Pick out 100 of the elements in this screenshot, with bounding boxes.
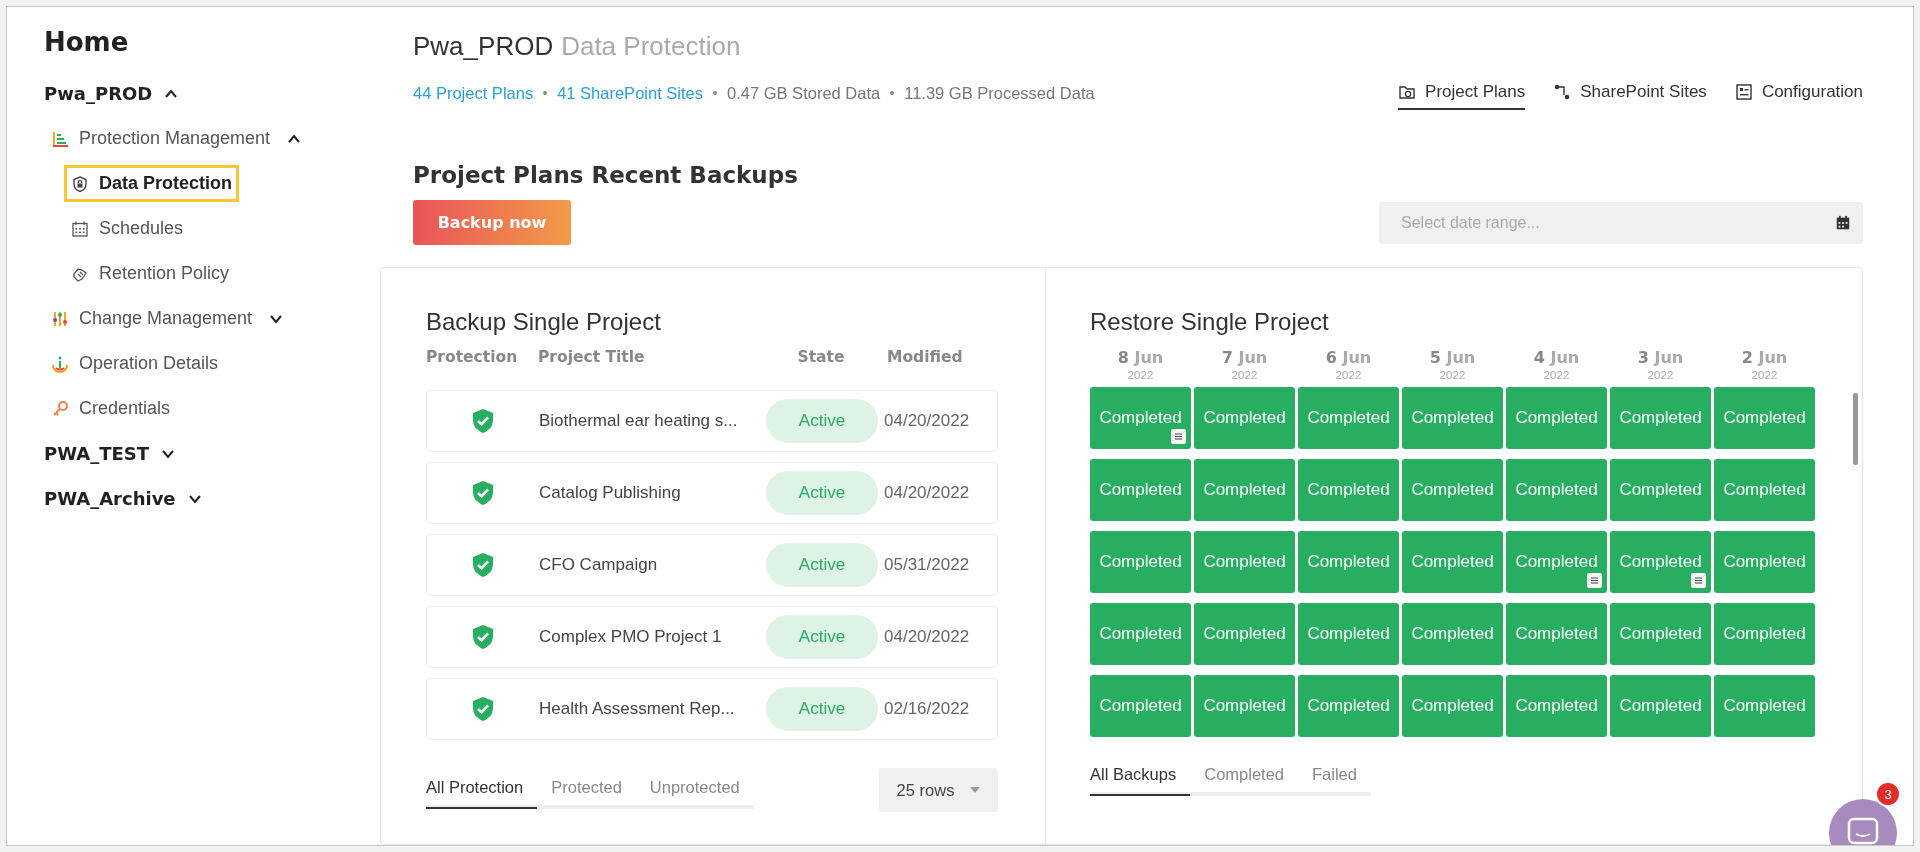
backup-status-cell[interactable]: Completed: [1298, 387, 1399, 449]
sidebar-item[interactable]: Retention Policy: [64, 255, 237, 292]
caret-icon: [970, 787, 981, 793]
project-title: CFO Campaign: [539, 555, 659, 575]
backup-status-cell[interactable]: Completed: [1090, 675, 1191, 737]
stat-link[interactable]: 44 Project Plans: [413, 83, 534, 103]
view-tab[interactable]: Project Plans: [1398, 76, 1526, 110]
modified-date: 04/20/2022: [883, 411, 971, 431]
note-icon[interactable]: [1691, 573, 1706, 588]
day-header: 2 Jun: [1740, 348, 1789, 367]
view-tab[interactable]: Configuration: [1734, 76, 1863, 110]
day-header: 5 Jun: [1428, 348, 1477, 367]
project-row[interactable]: Catalog Publishing Active 04/20/2022: [426, 462, 998, 524]
stat-text: 11.39 GB Processed Data: [904, 83, 1095, 103]
backup-status-cell[interactable]: Completed: [1194, 603, 1295, 665]
backup-status-cell[interactable]: Completed: [1402, 387, 1503, 449]
note-icon[interactable]: [1171, 429, 1186, 444]
modified-date: 04/20/2022: [883, 483, 971, 503]
modified-date: 02/16/2022: [883, 699, 971, 719]
note-icon[interactable]: [1587, 573, 1602, 588]
backup-status-cell[interactable]: Completed: [1610, 603, 1711, 665]
backup-status-cell[interactable]: Completed: [1402, 459, 1503, 521]
backup-status-cell[interactable]: Completed: [1298, 531, 1399, 593]
modified-date: 05/31/2022: [883, 555, 971, 575]
panel-title: Backup Single Project: [426, 308, 661, 336]
backup-status-cell[interactable]: Completed: [1610, 675, 1711, 737]
sidebar-item[interactable]: Change Management: [44, 300, 260, 337]
sidebar-item[interactable]: Credentials: [44, 390, 178, 427]
project-label[interactable]: PWA_Archive: [44, 488, 176, 509]
connected-nodes-icon: [1553, 83, 1572, 101]
state-badge: Active: [766, 615, 878, 659]
backup-status-cell[interactable]: Completed: [1402, 603, 1503, 665]
project-row[interactable]: Complex PMO Project 1 Active 04/20/2022: [426, 606, 998, 668]
sidebar-item[interactable]: Operation Details: [44, 345, 226, 382]
project-label[interactable]: PWA_TEST: [44, 443, 149, 464]
stat-link[interactable]: 41 SharePoint Sites: [557, 83, 703, 103]
backup-status-cell[interactable]: Completed: [1506, 387, 1607, 449]
project-label[interactable]: Pwa_PROD: [44, 83, 153, 104]
backup-status-cell[interactable]: Completed: [1194, 387, 1295, 449]
backup-status-cell[interactable]: Completed: [1506, 603, 1607, 665]
project-title: Health Assessment Rep...: [539, 699, 736, 719]
backup-status-cell[interactable]: Completed: [1090, 603, 1191, 665]
sidebar-item[interactable]: Schedules: [64, 210, 191, 247]
backup-status-cell[interactable]: Completed: [1610, 459, 1711, 521]
year-label: 2022: [1334, 369, 1363, 381]
backup-status-cell[interactable]: Completed: [1298, 603, 1399, 665]
filter-tab[interactable]: Protected: [537, 771, 636, 809]
backup-status-cell[interactable]: Completed: [1714, 387, 1815, 449]
backup-status-cell[interactable]: Completed: [1402, 531, 1503, 593]
column-header: Protection: [426, 348, 519, 368]
year-label: 2022: [1230, 369, 1259, 381]
backup-status-cell[interactable]: Completed: [1298, 459, 1399, 521]
backup-status-cell[interactable]: Completed: [1194, 531, 1295, 593]
date-range-field[interactable]: Select date range...: [1379, 201, 1863, 244]
project-title: Biothermal ear heating s...: [539, 411, 739, 431]
key-icon: [51, 399, 69, 418]
calendar-icon: [71, 219, 89, 238]
backup-status-cell[interactable]: Completed: [1090, 387, 1191, 449]
backup-status-cell[interactable]: Completed: [1714, 459, 1815, 521]
day-header: 4 Jun: [1532, 348, 1581, 367]
column-header: State: [796, 348, 846, 368]
backup-status-cell[interactable]: Completed: [1090, 531, 1191, 593]
backup-status-cell[interactable]: Completed: [1194, 459, 1295, 521]
year-label: 2022: [1646, 369, 1675, 381]
filter-tab[interactable]: All Backups: [1090, 759, 1191, 796]
section-title: Project Plans Recent Backups: [413, 162, 798, 188]
filter-tab[interactable]: Failed: [1298, 759, 1371, 796]
filter-tab[interactable]: Unprotected: [635, 771, 754, 809]
backup-status-cell[interactable]: Completed: [1506, 531, 1607, 593]
project-row[interactable]: Health Assessment Rep... Active 02/16/2022: [426, 678, 998, 740]
sidebar-item[interactable]: Data Protection: [64, 165, 240, 202]
backup-now-button[interactable]: Backup now: [413, 200, 571, 245]
backup-status-cell[interactable]: Completed: [1090, 459, 1191, 521]
view-tab[interactable]: SharePoint Sites: [1553, 76, 1707, 110]
backup-status-cell[interactable]: Completed: [1714, 531, 1815, 593]
sidebar-item[interactable]: Protection Management: [44, 120, 278, 157]
backup-status-cell[interactable]: Completed: [1402, 675, 1503, 737]
year-label: 2022: [1542, 369, 1571, 381]
rows-dropdown[interactable]: 25 rows: [879, 768, 998, 812]
backup-status-cell[interactable]: Completed: [1610, 387, 1711, 449]
project-title: Catalog Publishing: [539, 483, 682, 503]
filter-tab[interactable]: All Protection: [426, 771, 538, 809]
backup-status-cell[interactable]: Completed: [1194, 675, 1295, 737]
info-icon: [51, 354, 69, 373]
project-name: Pwa_PROD: [413, 31, 554, 62]
project-row[interactable]: CFO Campaign Active 05/31/2022: [426, 534, 998, 596]
backup-status-cell[interactable]: Completed: [1506, 675, 1607, 737]
bar-chart-icon: [51, 129, 69, 148]
day-header: 3 Jun: [1636, 348, 1685, 367]
backup-status-cell[interactable]: Completed: [1714, 675, 1815, 737]
project-row[interactable]: Biothermal ear heating s... Active 04/20/2022: [426, 390, 998, 452]
filter-tab[interactable]: Completed: [1190, 759, 1298, 796]
backup-status-cell[interactable]: Completed: [1610, 531, 1711, 593]
folder-icon: [1398, 83, 1417, 101]
backup-status-cell[interactable]: Completed: [1298, 675, 1399, 737]
day-header: 6 Jun: [1324, 348, 1373, 367]
backup-status-cell[interactable]: Completed: [1506, 459, 1607, 521]
backup-status-cell[interactable]: Completed: [1714, 603, 1815, 665]
state-badge: Active: [766, 687, 878, 731]
page-name: Data Protection: [561, 31, 741, 62]
